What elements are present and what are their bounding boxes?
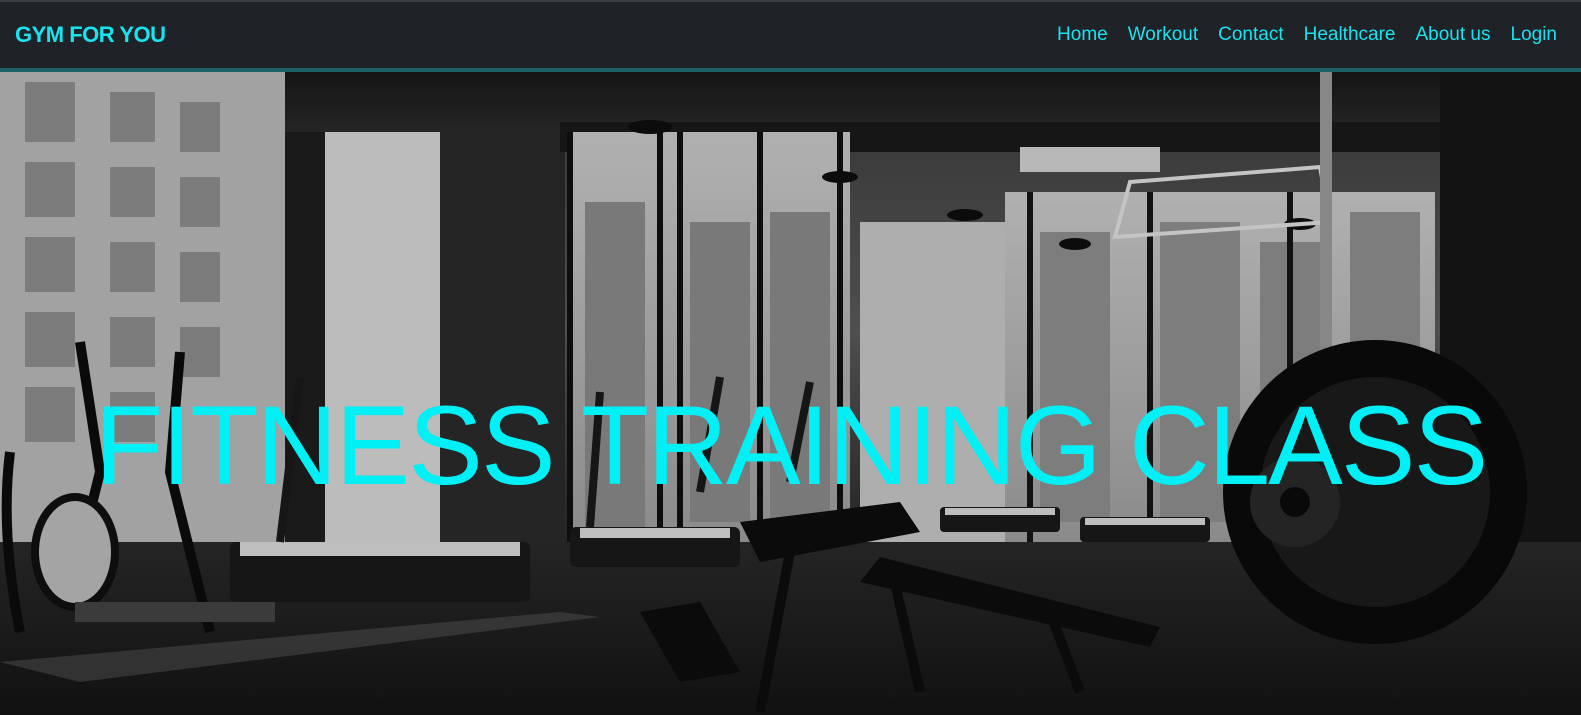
page: GYM FOR YOU Home Workout Contact Healthc… — [0, 0, 1581, 715]
brand-logo[interactable]: GYM FOR YOU — [15, 22, 166, 48]
hero-title: FITNESS TRAINING CLASS — [94, 383, 1489, 508]
hero-section: FITNESS TRAINING CLASS — [0, 72, 1581, 715]
nav-link-home[interactable]: Home — [1057, 24, 1108, 46]
nav-link-workout[interactable]: Workout — [1128, 24, 1198, 46]
nav-link-contact[interactable]: Contact — [1218, 24, 1283, 46]
nav-link-about-us[interactable]: About us — [1416, 24, 1491, 46]
navbar: GYM FOR YOU Home Workout Contact Healthc… — [0, 0, 1581, 72]
nav-link-login[interactable]: Login — [1511, 24, 1558, 46]
nav-links: Home Workout Contact Healthcare About us… — [1057, 24, 1557, 46]
nav-link-healthcare[interactable]: Healthcare — [1304, 24, 1396, 46]
